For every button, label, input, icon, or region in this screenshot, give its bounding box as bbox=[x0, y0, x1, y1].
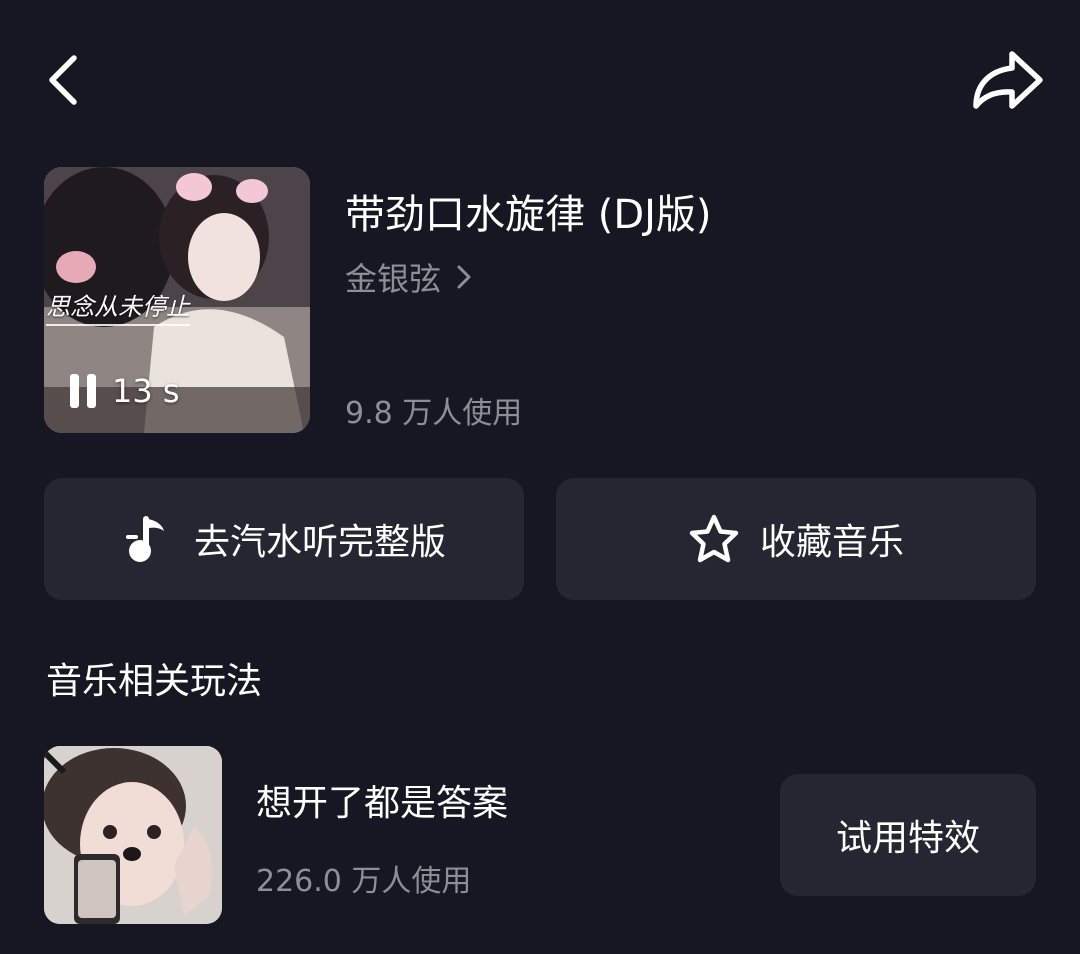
effect-name: 想开了都是答案 bbox=[256, 783, 509, 824]
effect-usage-count: 226.0 万人使用 bbox=[256, 864, 472, 899]
pause-icon bbox=[68, 374, 98, 408]
chevron-left-icon bbox=[49, 55, 77, 105]
song-title: 带劲口水旋律 (DJ版) bbox=[345, 192, 712, 238]
try-effect-label: 试用特效 bbox=[835, 818, 980, 859]
artist-name: 金银弦 bbox=[345, 260, 442, 298]
play-pause-control[interactable]: 13 s bbox=[68, 369, 180, 413]
cover-caption: 思念从未停止 bbox=[46, 287, 190, 326]
star-outline-icon bbox=[689, 514, 739, 563]
listen-full-version-button[interactable]: 去汽水听完整版 bbox=[44, 478, 524, 600]
share-arrow-icon bbox=[973, 51, 1043, 109]
back-button[interactable] bbox=[36, 50, 96, 110]
chevron-right-icon bbox=[457, 265, 471, 289]
artist-link[interactable]: 金银弦 bbox=[345, 254, 475, 300]
effect-thumbnail[interactable] bbox=[44, 746, 222, 924]
try-effect-button[interactable]: 试用特效 bbox=[780, 774, 1036, 896]
duration-label: 13 s bbox=[112, 372, 180, 410]
usage-count: 9.8 万人使用 bbox=[345, 396, 523, 431]
listen-full-version-label: 去汽水听完整版 bbox=[193, 522, 446, 563]
section-title: 音乐相关玩法 bbox=[46, 661, 263, 702]
favorite-music-label: 收藏音乐 bbox=[759, 522, 904, 563]
music-note-icon bbox=[125, 516, 164, 562]
share-button[interactable] bbox=[966, 44, 1050, 120]
effect-thumbnail-image bbox=[44, 746, 222, 924]
favorite-music-button[interactable]: 收藏音乐 bbox=[556, 478, 1036, 600]
music-cover[interactable]: 思念从未停止 13 s bbox=[44, 167, 310, 433]
